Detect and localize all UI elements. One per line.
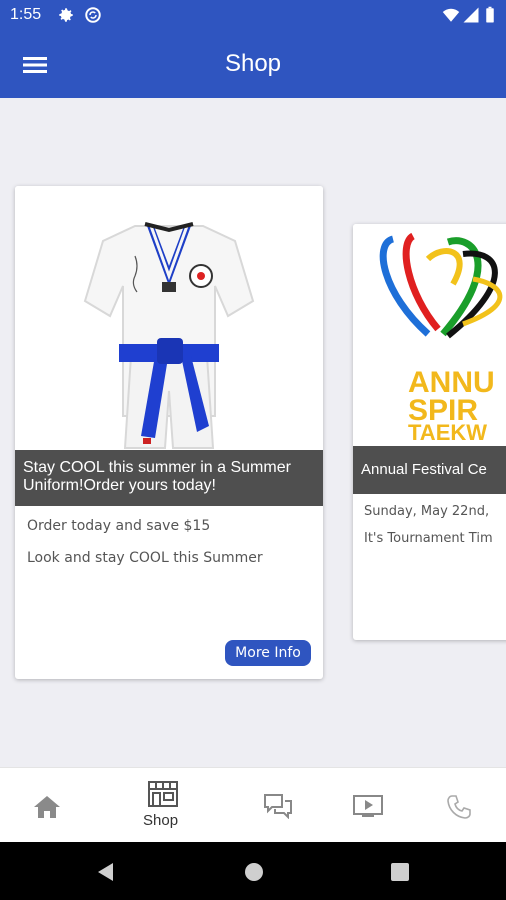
status-bar: 1:55 (0, 0, 506, 32)
shop-carousel[interactable]: Stay COOL this summer in a Summer Unifor… (0, 98, 506, 767)
nav-home[interactable] (20, 768, 76, 843)
system-navigation-bar (0, 842, 506, 900)
back-icon[interactable] (96, 862, 116, 882)
sync-icon (85, 7, 101, 23)
nav-shop-label: Shop (143, 812, 179, 829)
card-subtitle: Order today and save $15 (27, 518, 211, 534)
battery-icon (486, 6, 494, 23)
status-time: 1:55 (10, 6, 42, 23)
card-description: It's Tournament Tim (364, 531, 493, 546)
phone-icon (447, 795, 471, 819)
product-card-annual-festival[interactable]: ANNU SPIR TAEKW Annual Festival Ce Sunda… (353, 224, 506, 640)
card-caption: Stay COOL this summer in a Summer Unifor… (15, 450, 323, 506)
nav-shop[interactable]: Shop (134, 768, 194, 843)
bottom-navigation: Shop (0, 767, 506, 842)
page-title: Shop (224, 50, 282, 77)
nav-video[interactable] (340, 768, 396, 843)
nav-phone[interactable] (432, 768, 488, 843)
card-subtitle: Sunday, May 22nd, (364, 504, 490, 519)
shop-icon (148, 781, 178, 807)
festival-logo-text-3: TAEKW (408, 420, 487, 445)
video-icon (353, 795, 383, 817)
card-description: Look and stay COOL this Summer (27, 550, 263, 566)
wifi-icon (442, 8, 460, 22)
chat-icon (264, 794, 292, 819)
festival-logo-image: ANNU SPIR TAEKW (353, 224, 506, 446)
recents-icon[interactable] (390, 862, 410, 882)
card-caption: Annual Festival Ce (353, 446, 506, 494)
nav-chat[interactable] (250, 768, 306, 843)
caption-line-2: Uniform!Order yours today! (23, 477, 216, 494)
caption-line-1: Stay COOL this summer in a Summer (23, 459, 291, 476)
more-info-button[interactable]: More Info (225, 640, 311, 666)
home-icon (34, 796, 60, 818)
gear-icon (59, 8, 73, 22)
signal-icon (463, 7, 479, 23)
app-bar: Shop (0, 32, 506, 98)
home-button-icon[interactable] (243, 861, 265, 883)
product-card-summer-uniform[interactable]: Stay COOL this summer in a Summer Unifor… (15, 186, 323, 679)
